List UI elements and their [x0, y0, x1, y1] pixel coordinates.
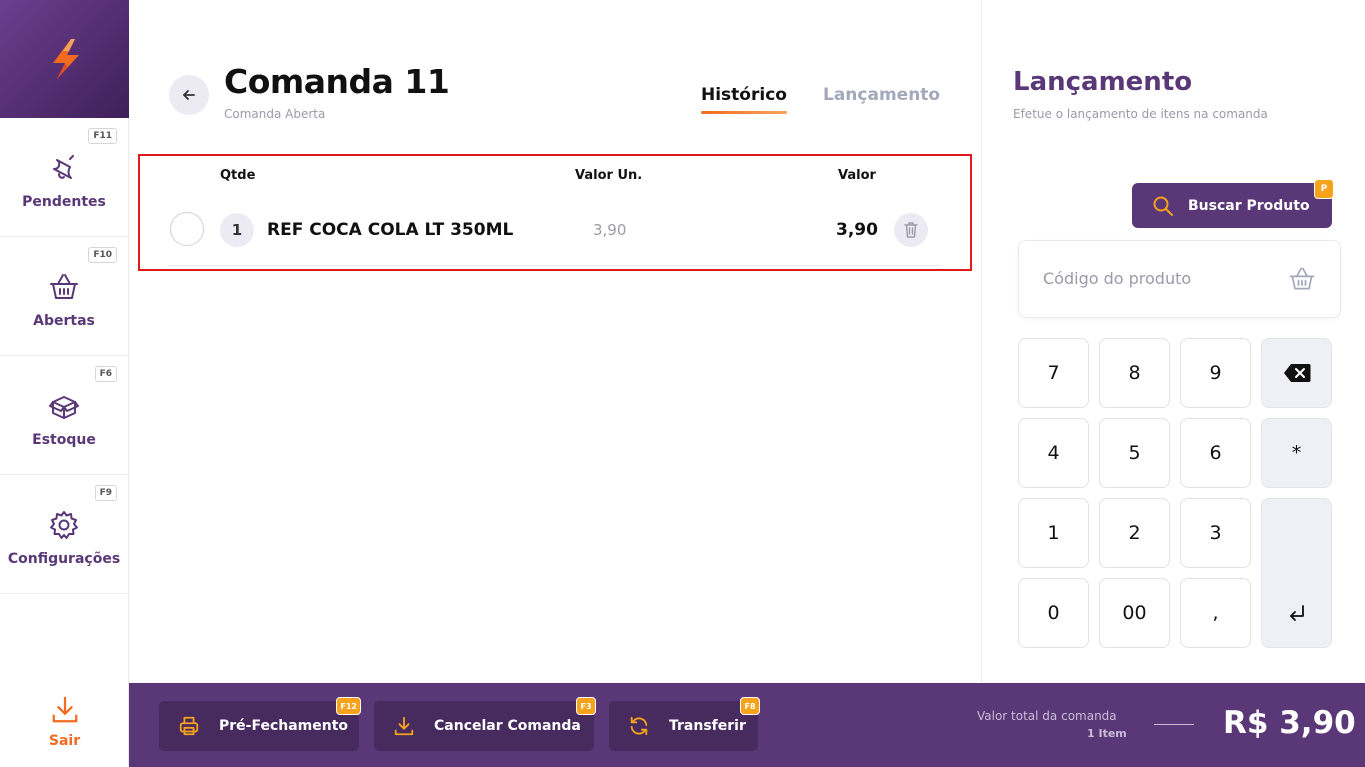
box-icon [49, 396, 79, 419]
keypad-5[interactable]: 5 [1099, 418, 1170, 488]
tab-historico[interactable]: Histórico [701, 85, 787, 114]
shortcut-badge: F6 [94, 366, 117, 382]
items-table: Qtde Valor Un. Valor 1 REF COCA COLA LT … [138, 154, 972, 271]
item-unit-price: 3,90 [593, 221, 627, 239]
bolt-logo-icon [52, 39, 79, 79]
keypad-00[interactable]: 00 [1099, 578, 1170, 648]
footer-bar: Pré-Fechamento F12 Cancelar Comanda F3 T… [129, 683, 1365, 767]
shortcut-badge: F9 [94, 485, 117, 501]
bell-icon [53, 155, 74, 179]
keypad-8[interactable]: 8 [1099, 338, 1170, 408]
column-header-valor: Valor [838, 168, 876, 183]
keypad-0[interactable]: 0 [1018, 578, 1089, 648]
basket-icon [1289, 267, 1315, 290]
shortcut-badge: F8 [740, 697, 760, 715]
item-total-price: 3,90 [836, 220, 878, 240]
keypad-7[interactable]: 7 [1018, 338, 1089, 408]
pre-closing-label: Pré-Fechamento [219, 718, 349, 734]
delete-item-button[interactable] [894, 213, 928, 247]
total-label: Valor total da comanda [977, 709, 1117, 723]
keypad-multiply[interactable]: * [1261, 418, 1332, 488]
sidebar-item-configuracoes[interactable]: F9 Configurações [0, 475, 128, 594]
cancel-order-label: Cancelar Comanda [434, 718, 581, 734]
sidebar-item-label: Pendentes [22, 194, 106, 210]
divider [1154, 724, 1194, 725]
row-select-checkbox[interactable] [170, 212, 204, 246]
search-icon [1153, 196, 1173, 216]
keypad-3[interactable]: 3 [1180, 498, 1251, 568]
tab-lancamento[interactable]: Lançamento [823, 85, 940, 105]
sidebar-item-pendentes[interactable]: F11 Pendentes [0, 118, 128, 237]
gear-icon [50, 511, 78, 539]
back-button[interactable] [169, 75, 209, 115]
transfer-label: Transferir [669, 718, 746, 734]
shortcut-badge: F12 [336, 697, 361, 715]
panel-title: Lançamento [1013, 67, 1193, 97]
item-name: REF COCA COLA LT 350ML [267, 220, 514, 240]
download-icon [394, 716, 414, 736]
backspace-icon [1283, 364, 1310, 382]
sidebar-item-label: Estoque [32, 432, 96, 448]
shortcut-badge: P [1314, 179, 1334, 199]
search-product-button[interactable]: Buscar Produto P [1132, 179, 1334, 228]
keypad-2[interactable]: 2 [1099, 498, 1170, 568]
keypad-1[interactable]: 1 [1018, 498, 1089, 568]
launch-panel: Lançamento Efetue o lançamento de itens … [981, 0, 1365, 683]
search-product-label: Buscar Produto [1188, 197, 1310, 214]
basket-icon [50, 274, 78, 299]
refresh-icon [630, 716, 648, 736]
panel-subtitle: Efetue o lançamento de itens na comanda [1013, 107, 1268, 121]
enter-icon [1289, 605, 1304, 621]
page-subtitle: Comanda Aberta [224, 107, 326, 121]
shortcut-badge: F3 [576, 697, 596, 715]
main-content: Comanda 11 Comanda Aberta Histórico Lanç… [129, 0, 981, 683]
keypad-9[interactable]: 9 [1180, 338, 1251, 408]
column-header-qtde: Qtde [220, 168, 256, 183]
pre-closing-button[interactable]: Pré-Fechamento F12 [159, 697, 361, 751]
total-value: R$ 3,90 [1223, 705, 1356, 741]
keypad-comma[interactable]: , [1180, 578, 1251, 648]
sidebar: F11 Pendentes F10 Abertas F6 Estoque F9 … [0, 0, 129, 767]
keypad-4[interactable]: 4 [1018, 418, 1089, 488]
product-code-field[interactable] [1018, 240, 1341, 318]
keypad-6[interactable]: 6 [1180, 418, 1251, 488]
page-title: Comanda 11 [224, 62, 450, 101]
arrow-left-icon [183, 90, 195, 100]
shortcut-badge: F10 [88, 247, 117, 263]
keypad-backspace[interactable] [1261, 338, 1332, 408]
keypad-enter[interactable] [1261, 498, 1332, 648]
transfer-button[interactable]: Transferir F8 [609, 697, 760, 751]
items-count: 1 Item [1087, 727, 1127, 740]
trash-icon [904, 222, 918, 238]
sidebar-item-label: Configurações [7, 551, 121, 567]
column-header-valor-un: Valor Un. [575, 168, 643, 183]
sidebar-item-label: Abertas [33, 313, 95, 329]
exit-button[interactable]: Sair [0, 695, 129, 749]
sidebar-item-abertas[interactable]: F10 Abertas [0, 237, 128, 356]
product-code-input[interactable] [1043, 269, 1283, 288]
shortcut-badge: F11 [88, 128, 117, 144]
table-row[interactable]: 1 REF COCA COLA LT 350ML 3,90 3,90 [168, 206, 942, 266]
app: F11 Pendentes F10 Abertas F6 Estoque F9 … [0, 0, 1365, 767]
logo [0, 0, 129, 118]
sidebar-item-estoque[interactable]: F6 Estoque [0, 356, 128, 475]
download-icon [52, 696, 77, 723]
item-quantity: 1 [220, 213, 254, 247]
cancel-order-button[interactable]: Cancelar Comanda F3 [374, 697, 596, 751]
printer-icon [179, 716, 199, 736]
exit-label: Sair [48, 733, 81, 749]
